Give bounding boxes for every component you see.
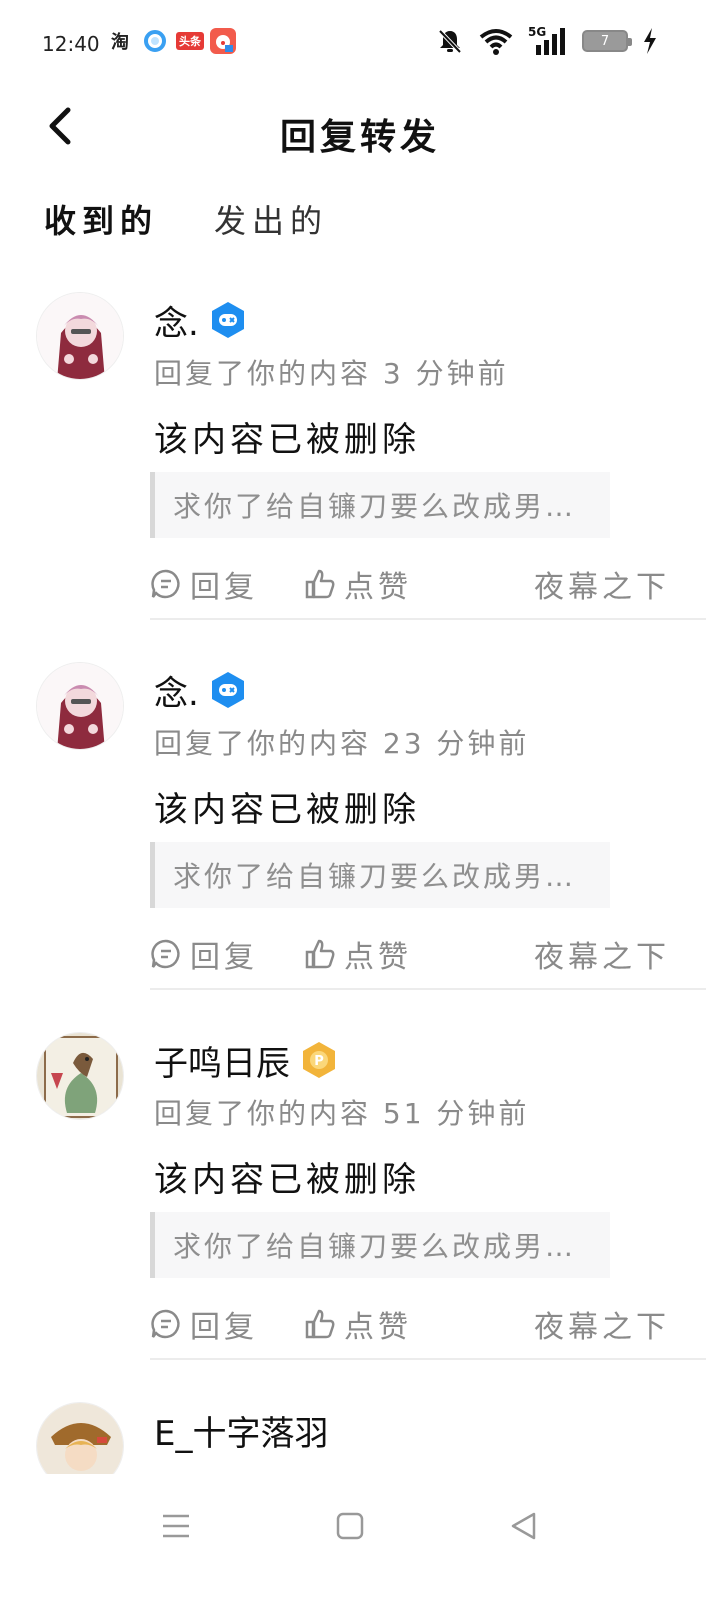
- wifi-icon: [479, 29, 513, 55]
- avatar[interactable]: [36, 662, 124, 750]
- tab-active-indicator: [44, 246, 156, 254]
- avatar[interactable]: [36, 1402, 124, 1476]
- action-row: 回复 点赞 夜幕之下: [150, 562, 670, 606]
- like-label: 点赞: [344, 1310, 412, 1345]
- user-row: E_十字落羽: [154, 1406, 328, 1455]
- status-indicators: 5G 7: [436, 25, 658, 56]
- reply-meta: 回复了你的内容 51 分钟前: [154, 1097, 530, 1130]
- list-item[interactable]: 子鸣日辰 P 回复了你的内容 51 分钟前 该内容已被删除 求你了给自镰刀要么改…: [0, 1026, 720, 1396]
- username[interactable]: 子鸣日辰: [154, 1036, 290, 1085]
- reply-label: 回复: [190, 570, 258, 605]
- comment-icon: [151, 1309, 180, 1339]
- action-row: 回复 点赞 夜幕之下: [150, 932, 670, 976]
- comment-icon: [151, 939, 180, 969]
- reply-meta: 回复了你的内容 3 分钟前: [154, 357, 509, 390]
- charging-bolt-icon: [644, 28, 656, 54]
- gold-p-badge-icon: P: [302, 1041, 336, 1079]
- toutiao-app-icon: 头条: [176, 32, 204, 50]
- clown-app-icon: [210, 28, 236, 54]
- like-button[interactable]: 点赞: [304, 1302, 412, 1346]
- divider: [150, 1358, 706, 1360]
- username[interactable]: E_十字落羽: [154, 1406, 328, 1455]
- like-label: 点赞: [344, 570, 412, 605]
- thumbs-up-icon: [305, 939, 335, 969]
- game-badge-icon: [211, 301, 245, 339]
- reply-button[interactable]: 回复: [150, 562, 258, 606]
- quoted-content[interactable]: 求你了给自镰刀要么改成男…: [150, 472, 610, 538]
- header: 回复转发: [0, 90, 720, 170]
- avatar[interactable]: [36, 292, 124, 380]
- list-item[interactable]: 念. 回复了你的内容 3 分钟前 该内容已被删除 求你了给自镰刀要么改成男… 回…: [0, 286, 720, 656]
- back-nav-button[interactable]: [500, 1502, 548, 1550]
- tab-received-label: 收到的: [44, 202, 159, 240]
- like-button[interactable]: 点赞: [304, 562, 412, 606]
- quoted-content[interactable]: 求你了给自镰刀要么改成男…: [150, 842, 610, 908]
- menu-nav-button[interactable]: [152, 1502, 200, 1550]
- action-row: 回复 点赞 夜幕之下: [150, 1302, 670, 1346]
- reply-button[interactable]: 回复: [150, 932, 258, 976]
- reply-content[interactable]: 该内容已被删除: [154, 1152, 420, 1201]
- reply-label: 回复: [190, 1310, 258, 1345]
- user-row: 念.: [154, 296, 245, 345]
- like-label: 点赞: [344, 940, 412, 975]
- reply-content[interactable]: 该内容已被删除: [154, 782, 420, 831]
- tab-received[interactable]: 收到的: [44, 196, 158, 256]
- tab-bar: 收到的 发出的: [44, 196, 328, 256]
- tab-sent-label: 发出的: [214, 202, 329, 240]
- user-row: 子鸣日辰 P: [154, 1036, 336, 1085]
- avatar[interactable]: [36, 1032, 124, 1120]
- status-time: 12:40: [42, 32, 100, 56]
- quoted-content[interactable]: 求你了给自镰刀要么改成男…: [150, 1212, 610, 1278]
- reply-list: 念. 回复了你的内容 3 分钟前 该内容已被删除 求你了给自镰刀要么改成男… 回…: [0, 286, 720, 1476]
- divider: [150, 988, 706, 990]
- username[interactable]: 念.: [154, 296, 199, 345]
- reply-button[interactable]: 回复: [150, 1302, 258, 1346]
- home-square-icon: [336, 1512, 364, 1540]
- game-badge-icon: [211, 671, 245, 709]
- reply-label: 回复: [190, 940, 258, 975]
- mute-bell-icon: [438, 29, 462, 54]
- comment-icon: [151, 569, 180, 599]
- page-title: 回复转发: [279, 117, 440, 158]
- status-bar: 12:40 淘 头条 5G 7: [0, 0, 720, 84]
- like-button[interactable]: 点赞: [304, 932, 412, 976]
- reply-content[interactable]: 该内容已被删除: [154, 412, 420, 461]
- source-author[interactable]: 夜幕之下: [534, 562, 670, 606]
- reply-meta: 回复了你的内容 23 分钟前: [154, 727, 530, 760]
- browser-app-icon: [142, 28, 168, 54]
- thumbs-up-icon: [305, 1309, 335, 1339]
- list-item[interactable]: E_十字落羽: [0, 1396, 720, 1476]
- battery-icon: 7: [582, 30, 632, 52]
- system-nav-bar: [0, 1474, 720, 1600]
- menu-icon: [163, 1514, 189, 1538]
- username[interactable]: 念.: [154, 666, 199, 715]
- battery-level: 7: [600, 33, 610, 49]
- user-row: 念.: [154, 666, 245, 715]
- svg-text:P: P: [314, 1054, 324, 1069]
- source-author[interactable]: 夜幕之下: [534, 932, 670, 976]
- thumbs-up-icon: [305, 569, 335, 599]
- home-nav-button[interactable]: [326, 1502, 374, 1550]
- tab-sent[interactable]: 发出的: [214, 196, 328, 256]
- divider: [150, 618, 706, 620]
- source-author[interactable]: 夜幕之下: [534, 1302, 670, 1346]
- back-triangle-icon: [511, 1512, 536, 1540]
- taobao-app-icon: 淘: [111, 32, 129, 53]
- list-item[interactable]: 念. 回复了你的内容 23 分钟前 该内容已被删除 求你了给自镰刀要么改成男… …: [0, 656, 720, 1026]
- signal-5g-icon: 5G: [528, 25, 568, 55]
